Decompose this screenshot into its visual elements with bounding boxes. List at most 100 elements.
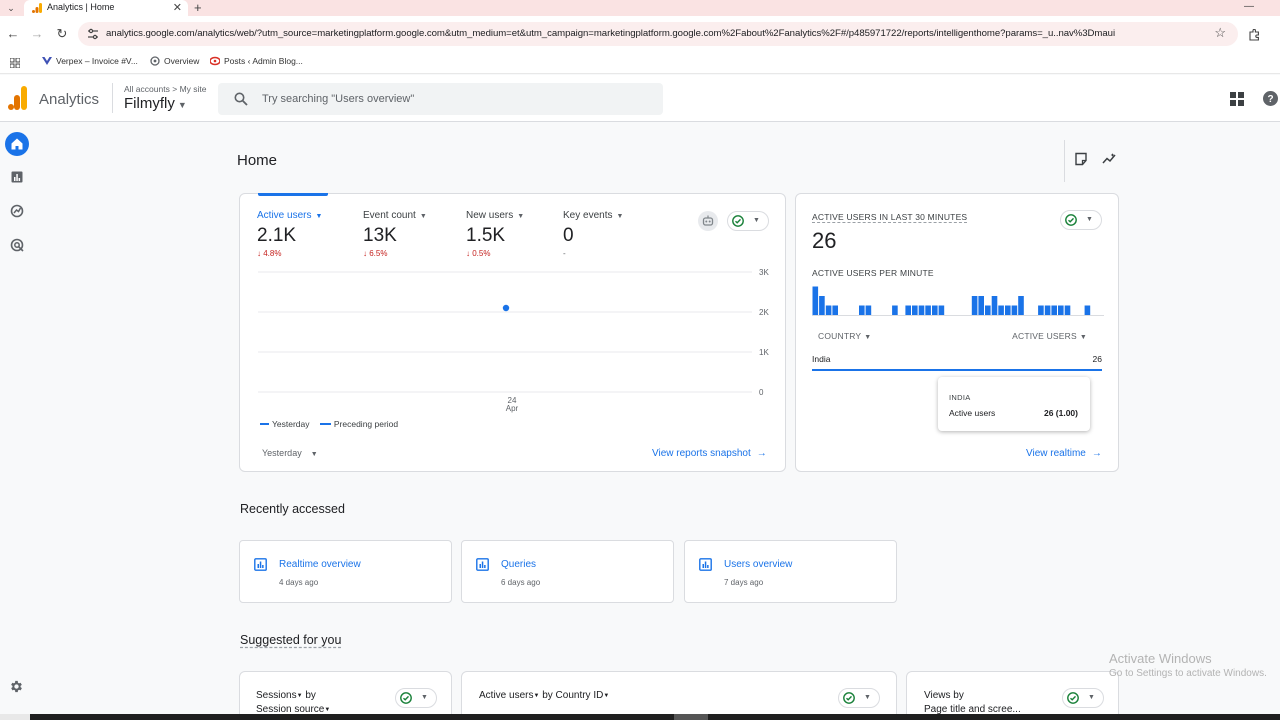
bookmark-verpex[interactable]: Verpex – Invoice #V...	[42, 56, 138, 66]
caret-down-icon: ▼	[1088, 694, 1095, 701]
browser-tab-strip: ⌄ Analytics | Home ✕ + —	[0, 0, 1280, 16]
view-realtime-link[interactable]: View realtime →	[1026, 448, 1102, 459]
per-minute-bar[interactable]	[1051, 305, 1057, 316]
check-circle-icon	[1067, 692, 1079, 704]
x-tick-label: Apr	[506, 404, 519, 413]
date-range-selector[interactable]: Yesterday ▼	[262, 448, 318, 458]
suggested-card-views[interactable]: Views by Page title and scree... ▼	[906, 671, 1119, 720]
recent-item-queries[interactable]: Queries 6 days ago	[461, 540, 674, 603]
data-point	[502, 304, 510, 312]
per-minute-bar[interactable]	[925, 305, 931, 316]
recent-item-time: 6 days ago	[501, 578, 541, 587]
per-minute-bar[interactable]	[1038, 305, 1044, 316]
browser-tab-analytics[interactable]: Analytics | Home ✕	[24, 0, 188, 16]
insights-icon[interactable]	[1102, 152, 1116, 166]
home-icon	[11, 138, 23, 150]
per-minute-bar[interactable]	[971, 296, 978, 315]
nav-explore[interactable]	[5, 199, 29, 223]
per-minute-bar[interactable]	[812, 286, 819, 316]
page-title: Home	[237, 152, 278, 169]
report-icon	[476, 558, 489, 571]
per-minute-bar[interactable]	[859, 305, 865, 316]
suggested-quality-button[interactable]: ▼	[838, 688, 880, 708]
per-minute-bar[interactable]	[991, 296, 998, 315]
site-settings-icon[interactable]	[87, 28, 99, 40]
tooltip-value: 26 (1.00)	[1043, 408, 1078, 418]
per-minute-bar[interactable]	[1064, 305, 1071, 316]
annotation-icon[interactable]	[1074, 152, 1088, 166]
recent-item-realtime-overview[interactable]: Realtime overview 4 days ago	[239, 540, 452, 603]
per-minute-bar[interactable]	[865, 305, 872, 316]
reload-icon[interactable]: ↻	[55, 27, 69, 41]
legend-yesterday: Yesterday	[272, 419, 310, 429]
taskbar-start[interactable]	[0, 714, 30, 720]
per-minute-bar[interactable]	[1018, 296, 1024, 315]
per-minute-bar[interactable]	[985, 305, 991, 316]
new-tab-icon[interactable]: +	[194, 0, 202, 16]
suggested-quality-button[interactable]: ▼	[395, 688, 437, 708]
per-minute-bar[interactable]	[832, 305, 838, 316]
metrics-card: Active users ▼ 2.1K ↓ 4.8% Event count ▼ 1…	[239, 193, 786, 472]
per-minute-bar[interactable]	[912, 305, 918, 316]
check-circle-icon	[400, 692, 412, 704]
analytics-header: Analytics All accounts > My site Filmyfl…	[0, 75, 1280, 122]
apps-grid-icon[interactable]	[1230, 92, 1244, 106]
per-minute-bar[interactable]	[1011, 305, 1018, 316]
tab-close-icon[interactable]: ✕	[173, 1, 182, 15]
nav-reports[interactable]	[5, 165, 29, 189]
back-icon[interactable]: ←	[6, 27, 20, 41]
per-minute-bar[interactable]	[918, 305, 925, 316]
country-column-header[interactable]: COUNTRY ▼	[818, 331, 871, 341]
chevron-right-icon: >	[172, 84, 178, 94]
per-minute-bar[interactable]	[905, 305, 911, 316]
per-minute-bar[interactable]	[932, 305, 938, 316]
forward-icon[interactable]: →	[30, 27, 44, 41]
admin-settings-icon[interactable]	[9, 679, 24, 694]
nav-home[interactable]	[5, 132, 29, 156]
left-navigation-rail	[0, 123, 34, 720]
bookmark-posts[interactable]: Posts ‹ Admin Blog...	[210, 56, 303, 66]
active-users-chart: 3K2K1K024Apr	[258, 268, 769, 413]
active-users-column-header[interactable]: ACTIVE USERS ▼	[1012, 331, 1087, 341]
search-box[interactable]	[218, 83, 663, 115]
property-selector[interactable]: Filmyfly ▼	[124, 95, 187, 112]
suggested-card-sessions[interactable]: Sessions▼ by Session source▼ ▼	[239, 671, 452, 720]
window-minimize-icon[interactable]: —	[1244, 0, 1254, 14]
bookmarks-bar: Verpex – Invoice #V... Overview Posts ‹ …	[0, 52, 1280, 74]
search-input[interactable]	[262, 90, 642, 108]
per-minute-bar[interactable]	[819, 296, 825, 315]
report-icon	[254, 558, 267, 571]
suggested-card-active-users[interactable]: Active users▼ by Country ID▼ ▼	[461, 671, 897, 720]
per-minute-bar[interactable]	[978, 296, 984, 315]
suggested-title: Suggested for you	[240, 633, 342, 647]
per-minute-bar[interactable]	[1005, 305, 1011, 316]
help-icon[interactable]: ?	[1263, 91, 1278, 106]
per-minute-bar[interactable]	[825, 305, 832, 316]
extensions-icon[interactable]	[1248, 29, 1260, 41]
address-bar[interactable]: analytics.google.com/analytics/web/?utm_…	[78, 22, 1238, 46]
product-name: Analytics	[39, 91, 100, 108]
per-minute-bar[interactable]	[938, 305, 945, 316]
nav-advertising[interactable]	[5, 233, 29, 257]
suggested-card-title: Sessions▼ by Session source▼	[256, 690, 331, 715]
per-minute-bar[interactable]	[1058, 305, 1064, 316]
analytics-logo-icon[interactable]	[8, 86, 28, 110]
per-minute-bar[interactable]	[1084, 305, 1091, 316]
country-row-name[interactable]: India	[812, 354, 830, 364]
view-reports-snapshot-link[interactable]: View reports snapshot →	[652, 448, 767, 459]
per-minute-bar[interactable]	[1044, 305, 1051, 316]
caret-down-icon: ▼	[864, 334, 872, 341]
recent-item-name: Users overview	[724, 559, 793, 570]
tab-search-chevron-icon[interactable]: ⌄	[4, 1, 18, 15]
per-minute-bar[interactable]	[998, 305, 1004, 316]
taskbar-active-app[interactable]	[674, 714, 708, 720]
suggested-card-title: Views by Page title and scree...	[924, 690, 1021, 715]
account-breadcrumb[interactable]: All accounts > My site	[124, 84, 206, 94]
bookmark-star-icon[interactable]: ☆	[1214, 25, 1226, 41]
suggested-quality-button[interactable]: ▼	[1062, 688, 1104, 708]
recent-item-users-overview[interactable]: Users overview 7 days ago	[684, 540, 897, 603]
per-minute-bar[interactable]	[892, 305, 898, 316]
bookmark-overview[interactable]: Overview	[150, 56, 199, 66]
caret-down-icon: ▼	[177, 100, 187, 110]
apps-icon[interactable]	[10, 58, 20, 68]
